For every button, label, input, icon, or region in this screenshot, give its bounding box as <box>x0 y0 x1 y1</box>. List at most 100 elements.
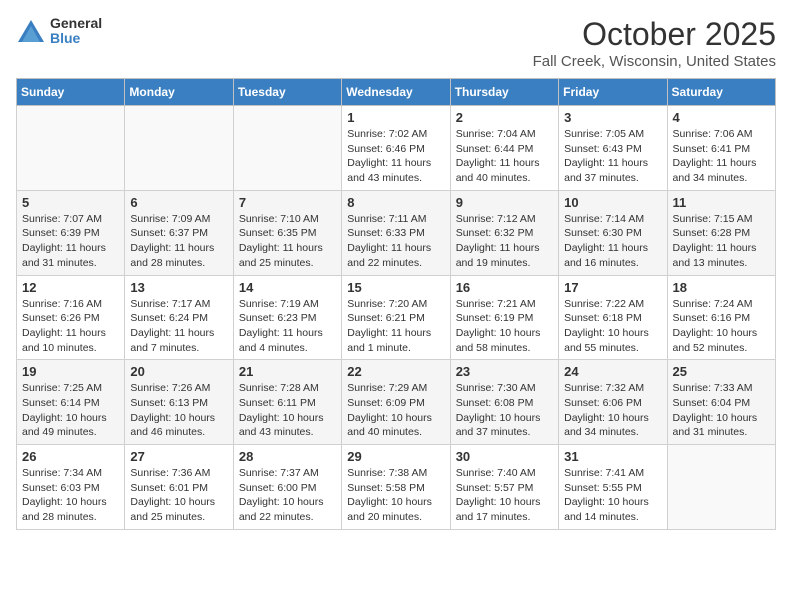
day-info: Sunrise: 7:09 AM Sunset: 6:37 PM Dayligh… <box>130 212 227 271</box>
day-cell: 18 Sunrise: 7:24 AM Sunset: 6:16 PM Dayli… <box>667 275 775 360</box>
day-cell: 16Sunrise: 7:21 AM Sunset: 6:19 PM Dayli… <box>450 275 558 360</box>
day-cell: 19 Sunrise: 7:25 AM Sunset: 6:14 PM Dayli… <box>17 360 125 445</box>
day-info: Sunrise: 7:12 AM Sunset: 6:32 PM Dayligh… <box>456 212 553 271</box>
day-number: 2 <box>456 110 553 125</box>
day-number: 23 <box>456 364 553 379</box>
logo-text: General Blue <box>50 16 102 47</box>
day-info: Sunrise: 7:06 AM Sunset: 6:41 PM Dayligh… <box>673 127 770 186</box>
day-info: Sunrise: 7:26 AM Sunset: 6:13 PM Dayligh… <box>130 381 227 440</box>
day-number: 31 <box>564 449 661 464</box>
day-number: 4 <box>673 110 770 125</box>
day-cell <box>233 106 341 191</box>
day-number: 1 <box>347 110 444 125</box>
day-cell: 2 Sunrise: 7:04 AM Sunset: 6:44 PM Daylig… <box>450 106 558 191</box>
week-row-3: 19 Sunrise: 7:25 AM Sunset: 6:14 PM Dayli… <box>17 360 776 445</box>
day-number: 17 <box>564 280 661 295</box>
day-info: Sunrise: 7:29 AM Sunset: 6:09 PM Dayligh… <box>347 381 444 440</box>
day-number: 7 <box>239 195 336 210</box>
week-row-0: 1 Sunrise: 7:02 AM Sunset: 6:46 PM Daylig… <box>17 106 776 191</box>
day-number: 9 <box>456 195 553 210</box>
day-info: Sunrise: 7:17 AM Sunset: 6:24 PM Dayligh… <box>130 297 227 356</box>
day-info: Sunrise: 7:07 AM Sunset: 6:39 PM Dayligh… <box>22 212 119 271</box>
day-info: Sunrise: 7:37 AM Sunset: 6:00 PM Dayligh… <box>239 466 336 525</box>
header-thursday: Thursday <box>450 79 558 106</box>
week-row-4: 26 Sunrise: 7:34 AM Sunset: 6:03 PM Dayli… <box>17 445 776 530</box>
day-number: 5 <box>22 195 119 210</box>
day-cell: 31 Sunrise: 7:41 AM Sunset: 5:55 PM Dayli… <box>559 445 667 530</box>
day-info: Sunrise: 7:22 AM Sunset: 6:18 PM Dayligh… <box>564 297 661 356</box>
day-info: Sunrise: 7:16 AM Sunset: 6:26 PM Dayligh… <box>22 297 119 356</box>
day-cell: 7 Sunrise: 7:10 AM Sunset: 6:35 PM Daylig… <box>233 190 341 275</box>
day-cell: 24Sunrise: 7:32 AM Sunset: 6:06 PM Dayli… <box>559 360 667 445</box>
day-number: 28 <box>239 449 336 464</box>
day-cell: 27Sunrise: 7:36 AM Sunset: 6:01 PM Dayli… <box>125 445 233 530</box>
day-info: Sunrise: 7:24 AM Sunset: 6:16 PM Dayligh… <box>673 297 770 356</box>
day-info: Sunrise: 7:04 AM Sunset: 6:44 PM Dayligh… <box>456 127 553 186</box>
day-number: 15 <box>347 280 444 295</box>
day-number: 26 <box>22 449 119 464</box>
day-number: 12 <box>22 280 119 295</box>
day-info: Sunrise: 7:15 AM Sunset: 6:28 PM Dayligh… <box>673 212 770 271</box>
header-sunday: Sunday <box>17 79 125 106</box>
day-cell: 11 Sunrise: 7:15 AM Sunset: 6:28 PM Dayli… <box>667 190 775 275</box>
day-info: Sunrise: 7:21 AM Sunset: 6:19 PM Dayligh… <box>456 297 553 356</box>
title-area: October 2025 Fall Creek, Wisconsin, Unit… <box>533 16 776 70</box>
day-number: 10 <box>564 195 661 210</box>
header-tuesday: Tuesday <box>233 79 341 106</box>
day-cell: 26 Sunrise: 7:34 AM Sunset: 6:03 PM Dayli… <box>17 445 125 530</box>
day-number: 18 <box>673 280 770 295</box>
day-info: Sunrise: 7:30 AM Sunset: 6:08 PM Dayligh… <box>456 381 553 440</box>
day-cell: 25Sunrise: 7:33 AM Sunset: 6:04 PM Dayli… <box>667 360 775 445</box>
day-number: 22 <box>347 364 444 379</box>
calendar-subtitle: Fall Creek, Wisconsin, United States <box>533 53 776 70</box>
day-number: 27 <box>130 449 227 464</box>
day-cell: 30Sunrise: 7:40 AM Sunset: 5:57 PM Dayli… <box>450 445 558 530</box>
day-cell: 1 Sunrise: 7:02 AM Sunset: 6:46 PM Daylig… <box>342 106 450 191</box>
day-cell: 28 Sunrise: 7:37 AM Sunset: 6:00 PM Dayli… <box>233 445 341 530</box>
day-cell <box>667 445 775 530</box>
week-row-1: 5 Sunrise: 7:07 AM Sunset: 6:39 PM Daylig… <box>17 190 776 275</box>
day-cell: 8 Sunrise: 7:11 AM Sunset: 6:33 PM Daylig… <box>342 190 450 275</box>
day-number: 19 <box>22 364 119 379</box>
day-number: 14 <box>239 280 336 295</box>
day-info: Sunrise: 7:05 AM Sunset: 6:43 PM Dayligh… <box>564 127 661 186</box>
calendar-table: Sunday Monday Tuesday Wednesday Thursday… <box>16 78 776 530</box>
logo-blue: Blue <box>50 31 102 46</box>
header-wednesday: Wednesday <box>342 79 450 106</box>
day-number: 20 <box>130 364 227 379</box>
day-number: 3 <box>564 110 661 125</box>
day-info: Sunrise: 7:10 AM Sunset: 6:35 PM Dayligh… <box>239 212 336 271</box>
day-number: 8 <box>347 195 444 210</box>
day-info: Sunrise: 7:28 AM Sunset: 6:11 PM Dayligh… <box>239 381 336 440</box>
day-cell: 17 Sunrise: 7:22 AM Sunset: 6:18 PM Dayli… <box>559 275 667 360</box>
day-cell: 12 Sunrise: 7:16 AM Sunset: 6:26 PM Dayli… <box>17 275 125 360</box>
day-cell: 21 Sunrise: 7:28 AM Sunset: 6:11 PM Dayli… <box>233 360 341 445</box>
day-cell: 22 Sunrise: 7:29 AM Sunset: 6:09 PM Dayli… <box>342 360 450 445</box>
day-info: Sunrise: 7:38 AM Sunset: 5:58 PM Dayligh… <box>347 466 444 525</box>
day-info: Sunrise: 7:32 AM Sunset: 6:06 PM Dayligh… <box>564 381 661 440</box>
day-info: Sunrise: 7:11 AM Sunset: 6:33 PM Dayligh… <box>347 212 444 271</box>
day-info: Sunrise: 7:34 AM Sunset: 6:03 PM Dayligh… <box>22 466 119 525</box>
day-cell: 20 Sunrise: 7:26 AM Sunset: 6:13 PM Dayli… <box>125 360 233 445</box>
day-info: Sunrise: 7:25 AM Sunset: 6:14 PM Dayligh… <box>22 381 119 440</box>
day-cell <box>17 106 125 191</box>
header-saturday: Saturday <box>667 79 775 106</box>
day-number: 30 <box>456 449 553 464</box>
day-number: 21 <box>239 364 336 379</box>
day-cell: 5 Sunrise: 7:07 AM Sunset: 6:39 PM Daylig… <box>17 190 125 275</box>
day-number: 13 <box>130 280 227 295</box>
calendar-header-row: Sunday Monday Tuesday Wednesday Thursday… <box>17 79 776 106</box>
day-cell: 29 Sunrise: 7:38 AM Sunset: 5:58 PM Dayli… <box>342 445 450 530</box>
day-cell: 6 Sunrise: 7:09 AM Sunset: 6:37 PM Daylig… <box>125 190 233 275</box>
day-number: 11 <box>673 195 770 210</box>
day-cell: 3 Sunrise: 7:05 AM Sunset: 6:43 PM Daylig… <box>559 106 667 191</box>
day-info: Sunrise: 7:02 AM Sunset: 6:46 PM Dayligh… <box>347 127 444 186</box>
day-number: 6 <box>130 195 227 210</box>
logo-general: General <box>50 16 102 31</box>
day-info: Sunrise: 7:41 AM Sunset: 5:55 PM Dayligh… <box>564 466 661 525</box>
calendar-title: October 2025 <box>533 16 776 53</box>
day-cell: 14Sunrise: 7:19 AM Sunset: 6:23 PM Dayli… <box>233 275 341 360</box>
day-cell: 9 Sunrise: 7:12 AM Sunset: 6:32 PM Daylig… <box>450 190 558 275</box>
day-info: Sunrise: 7:14 AM Sunset: 6:30 PM Dayligh… <box>564 212 661 271</box>
day-number: 29 <box>347 449 444 464</box>
